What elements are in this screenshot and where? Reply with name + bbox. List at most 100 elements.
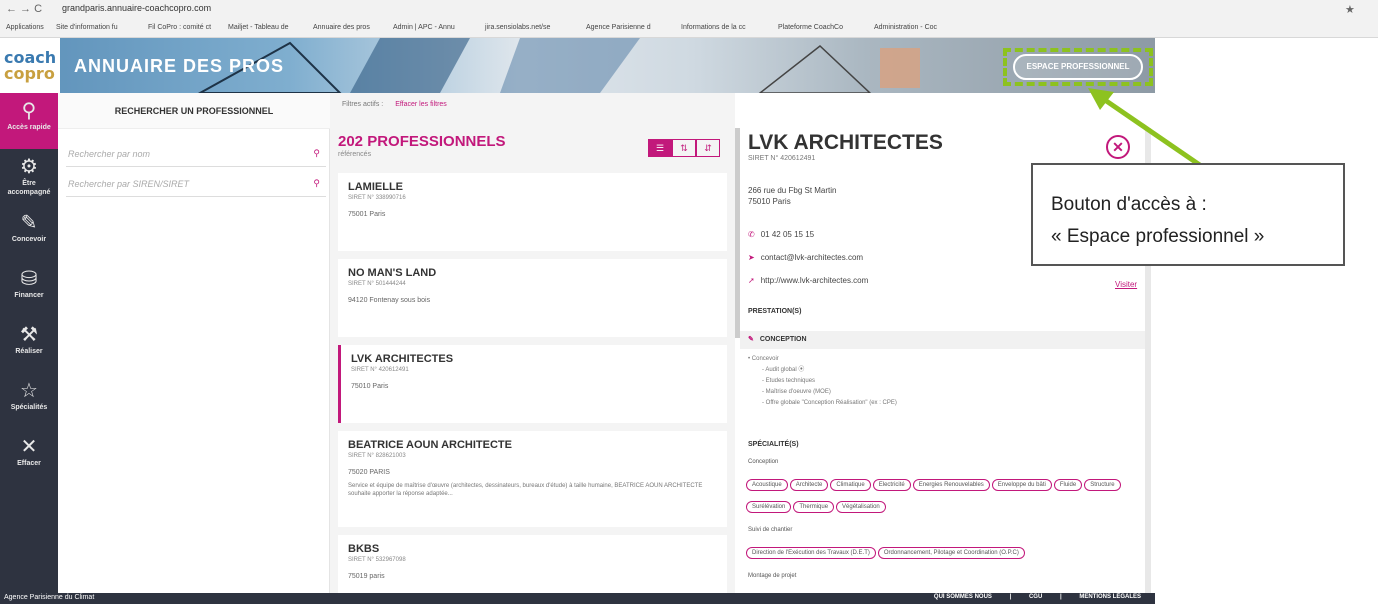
specialite-tag[interactable]: Végétalisation xyxy=(836,501,886,513)
detail-siret: SIRET N° 420612491 xyxy=(748,155,816,162)
result-card[interactable]: NO MAN'S LAND SIRET N° 501444244 94120 F… xyxy=(338,259,727,337)
callout-line: « Espace professionnel » xyxy=(1051,226,1265,247)
pointer-icon: ➚ xyxy=(748,276,755,285)
result-card[interactable]: BEATRICE AOUN ARCHITECTE SIRET N° 828621… xyxy=(338,431,727,527)
sidebar-item-specialites[interactable]: ☆ Spécialités xyxy=(0,373,58,429)
bookmark-item[interactable]: Applications xyxy=(6,24,44,31)
result-card[interactable]: BKBS SIRET N° 532967098 75019 paris xyxy=(338,535,727,601)
detail-title: LVK ARCHITECTES xyxy=(748,131,943,154)
bookmark-item[interactable]: Informations de la cc xyxy=(681,24,746,31)
result-address: 75001 Paris xyxy=(348,211,386,218)
bookmark-item[interactable]: Annuaire des pros xyxy=(313,24,370,31)
footer-logo: Agence Parisienne du Climat xyxy=(4,594,95,601)
sidebar-item-financer[interactable]: ⛁ Financer xyxy=(0,261,58,317)
footer-link-qui-sommes-nous[interactable]: QUI SOMMES NOUS xyxy=(934,594,992,600)
specialite-tag[interactable]: Fluide xyxy=(1053,479,1083,491)
results-count: 202 PROFESSIONNELS xyxy=(338,133,506,150)
specialite-tag[interactable]: Architecte xyxy=(789,479,829,491)
conception-label: CONCEPTION xyxy=(759,336,807,343)
specialite-tag[interactable]: Structure xyxy=(1084,479,1121,491)
sidebar-item-etre-accompagne[interactable]: ⚙ Être accompagné xyxy=(0,149,58,205)
prestation-item: • Concevoir xyxy=(748,356,779,362)
browser-nav-icons[interactable]: ← → C xyxy=(6,3,42,15)
search-by-name-input[interactable]: Rechercher par nom ⚲ xyxy=(66,141,326,167)
sidebar-item-label: Concevoir xyxy=(11,236,47,243)
sidebar-item-concevoir[interactable]: ✎ Concevoir xyxy=(0,205,58,261)
active-filters: Filtres actifs : Effacer les filtres xyxy=(342,101,447,108)
result-address: 75010 Paris xyxy=(351,383,389,390)
sidebar-item-label: Réaliser xyxy=(15,348,43,355)
detail-address: 266 rue du Fbg St Martin 75010 Paris xyxy=(748,185,837,207)
bookmark-item[interactable]: Administration - Coc xyxy=(874,24,937,31)
specialites-heading: SPÉCIALITÉ(S) xyxy=(748,441,799,448)
detail-phone[interactable]: ✆ 01 42 05 15 15 xyxy=(748,230,814,239)
website-value: http://www.lvk-architectes.com xyxy=(760,276,869,285)
browser-chrome: ← → C grandparis.annuaire-coachcopro.com… xyxy=(0,0,1378,38)
bookmark-item[interactable]: Site d'information fu xyxy=(56,24,118,31)
support-icon: ⚙ xyxy=(20,156,38,178)
results-panel: Filtres actifs : Effacer les filtres 202… xyxy=(330,93,735,601)
sidebar-item-label: Effacer xyxy=(17,460,41,467)
address-bar[interactable]: grandparis.annuaire-coachcopro.com xyxy=(62,3,211,13)
result-siret: SIRET N° 828621003 xyxy=(348,453,406,459)
search-by-siret-input[interactable]: Rechercher par SIREN/SIRET ⚲ xyxy=(66,171,326,197)
footer-link-mentions-legales[interactable]: MENTIONS LÉGALES xyxy=(1079,594,1141,600)
result-siret: SIRET N° 420612491 xyxy=(351,367,409,373)
bookmark-star-icon[interactable]: ★ xyxy=(1345,3,1355,16)
result-card[interactable]: LAMIELLE SIRET N° 338990716 75001 Paris xyxy=(338,173,727,251)
result-description: Service et équipe de maîtrise d'œuvre (a… xyxy=(348,483,703,497)
specialite-tag[interactable]: Direction de l'Exécution des Travaux (D.… xyxy=(746,547,876,559)
bookmark-item[interactable]: Agence Parisienne d xyxy=(586,24,651,31)
address-line: 75010 Paris xyxy=(748,197,791,206)
sidebar-item-label: Spécialités xyxy=(10,404,48,411)
phone-value: 01 42 05 15 15 xyxy=(760,230,815,239)
list-view-icon[interactable]: ☰ xyxy=(648,139,672,157)
sidebar-item-label: Être accompagné xyxy=(7,180,51,196)
clear-filters-link[interactable]: Effacer les filtres xyxy=(395,101,447,108)
bookmark-item[interactable]: jira.sensiolabs.net/se xyxy=(485,24,550,31)
result-siret: SIRET N° 338990716 xyxy=(348,195,406,201)
result-address: 75020 PARIS xyxy=(348,469,390,476)
specialite-tag[interactable]: Enveloppe du bâti xyxy=(991,479,1052,491)
bookmark-item[interactable]: Plateforme CoachCo xyxy=(778,24,843,31)
bookmark-item[interactable]: Fil CoPro : comité ct xyxy=(148,24,211,31)
sort-asc-icon[interactable]: ⇅ xyxy=(672,139,696,157)
specialite-tag[interactable]: Energies Renouvelables xyxy=(912,479,990,491)
coachcopro-logo[interactable]: coach copro xyxy=(0,38,60,93)
result-card-selected[interactable]: LVK ARCHITECTES SIRET N° 420612491 75010… xyxy=(338,345,727,423)
sidebar-item-realiser[interactable]: ⚒ Réaliser xyxy=(0,317,58,373)
specialite-tag[interactable]: Climatique xyxy=(830,479,871,491)
search-icon: ⚲ xyxy=(313,178,320,188)
search-panel-heading: RECHERCHER UN PROFESSIONNEL xyxy=(58,93,330,129)
result-address: 75019 paris xyxy=(348,573,385,580)
sort-desc-icon[interactable]: ⇵ xyxy=(696,139,720,157)
search-input-placeholder: Rechercher par nom xyxy=(68,149,151,159)
tags-conception: Acoustique Architecte Climatique Electricit… xyxy=(746,473,1146,517)
sidebar-item-effacer[interactable]: ✕ Effacer xyxy=(0,429,58,485)
visit-website-link[interactable]: Visiter xyxy=(1115,280,1137,289)
sidebar: ⚲ Accès rapide ⚙ Être accompagné ✎ Conce… xyxy=(0,93,58,604)
footer-link-cgu[interactable]: CGU xyxy=(1029,594,1042,600)
detail-email[interactable]: ➤ contact@lvk-architectes.com xyxy=(748,253,863,262)
footer-links: QUI SOMMES NOUS | CGU | MENTIONS LÉGALES xyxy=(918,594,1141,600)
specialite-tag[interactable]: Electricité xyxy=(872,479,911,491)
tags-suivi: Direction de l'Exécution des Travaux (D.… xyxy=(746,541,1146,563)
footer: Agence Parisienne du Climat QUI SOMMES N… xyxy=(0,593,1155,604)
specialite-tag[interactable]: Thermique xyxy=(793,501,835,513)
filters-label: Filtres actifs : xyxy=(342,101,384,108)
search-panel: RECHERCHER UN PROFESSIONNEL Rechercher p… xyxy=(58,93,330,593)
logo-text: copro xyxy=(4,64,55,83)
specialite-tag[interactable]: Ordonnancement, Pilotage et Coordination… xyxy=(877,547,1025,559)
page-title: ANNUAIRE DES PROS xyxy=(74,56,285,76)
bookmark-item[interactable]: Admin | APC - Annu xyxy=(393,24,455,31)
result-address: 94120 Fontenay sous bois xyxy=(348,297,431,304)
footer-separator: | xyxy=(1009,594,1012,600)
specialite-group-label: Montage de projet xyxy=(748,573,797,579)
specialite-tag[interactable]: Acoustique xyxy=(746,479,788,491)
detail-website[interactable]: ➚ http://www.lvk-architectes.com xyxy=(748,276,868,285)
specialite-tag[interactable]: Surélévation xyxy=(746,501,792,513)
money-icon: ⛁ xyxy=(20,268,38,290)
sidebar-item-acces-rapide[interactable]: ⚲ Accès rapide xyxy=(0,93,58,149)
bookmark-item[interactable]: Mailjet - Tableau de xyxy=(228,24,289,31)
specialite-group-label: Conception xyxy=(748,459,779,465)
